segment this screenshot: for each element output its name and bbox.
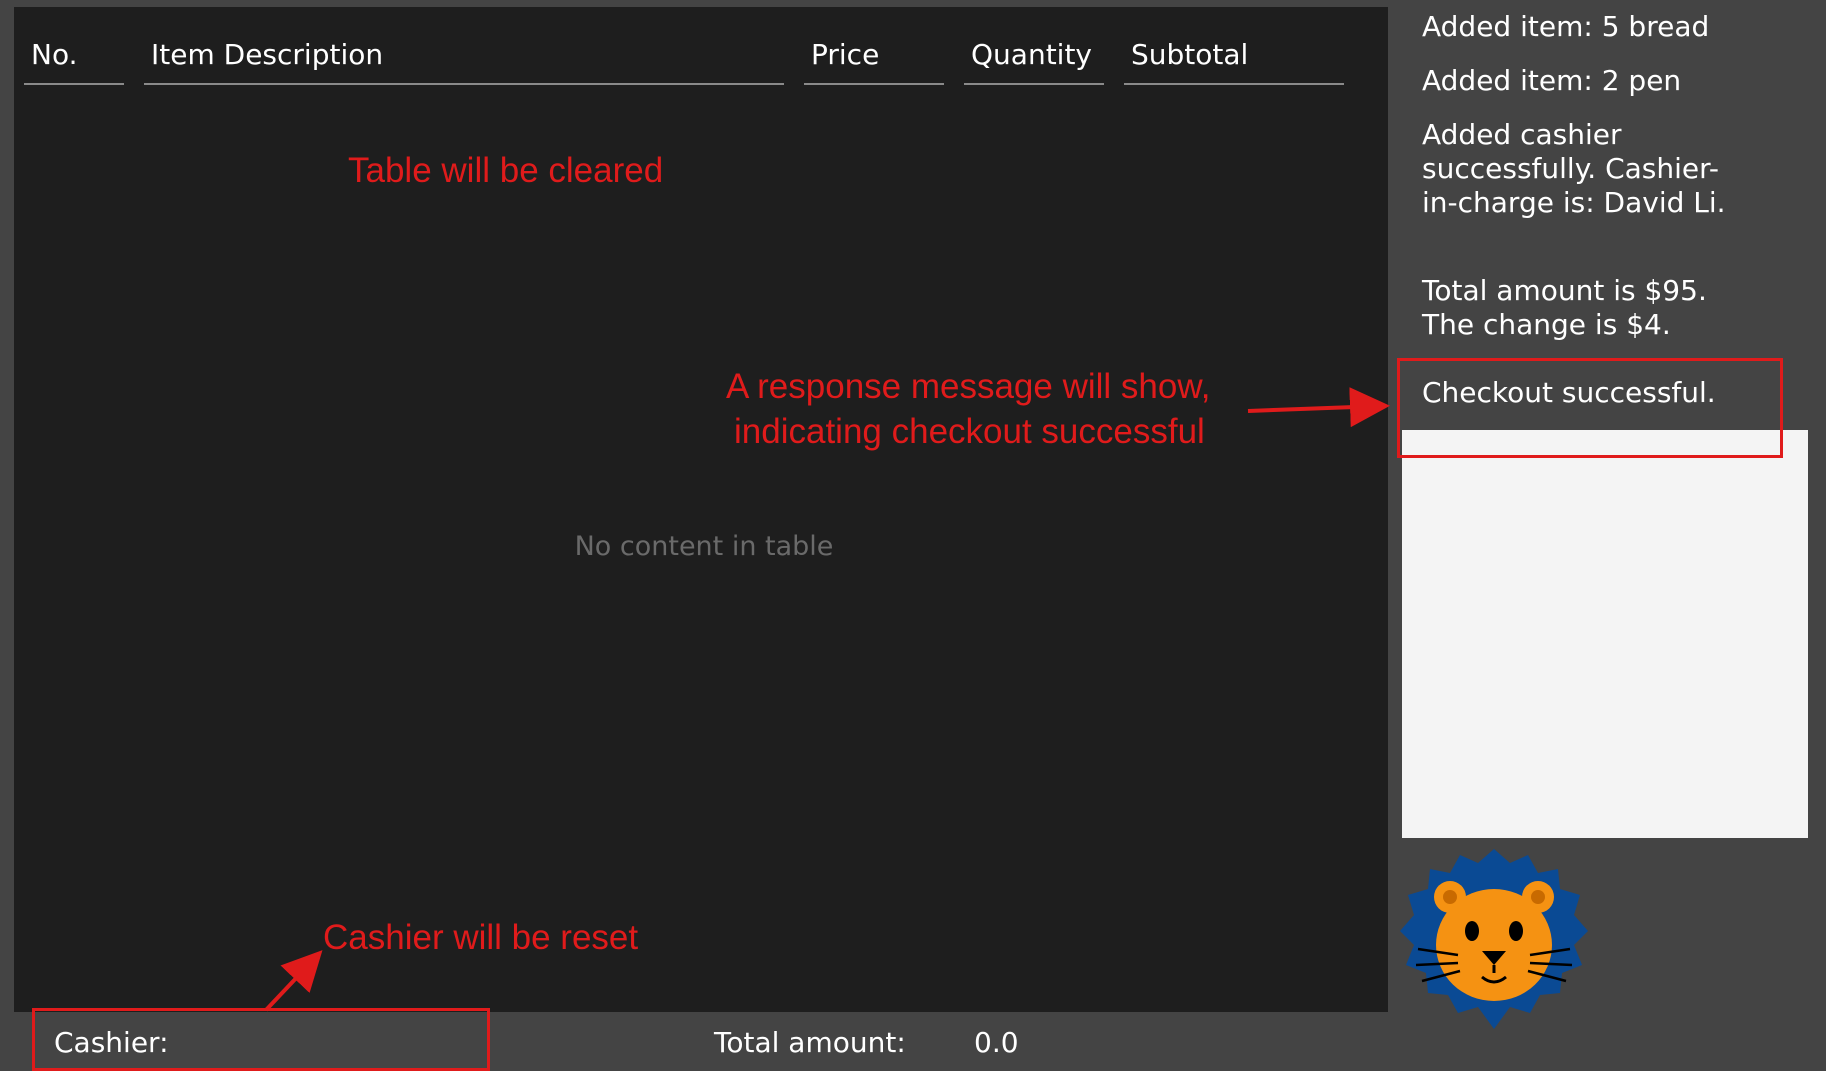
arrow-to-checkout-message xyxy=(1247,387,1390,428)
annotation-arrows xyxy=(264,387,1390,1012)
arrow-to-cashier xyxy=(264,950,323,1012)
